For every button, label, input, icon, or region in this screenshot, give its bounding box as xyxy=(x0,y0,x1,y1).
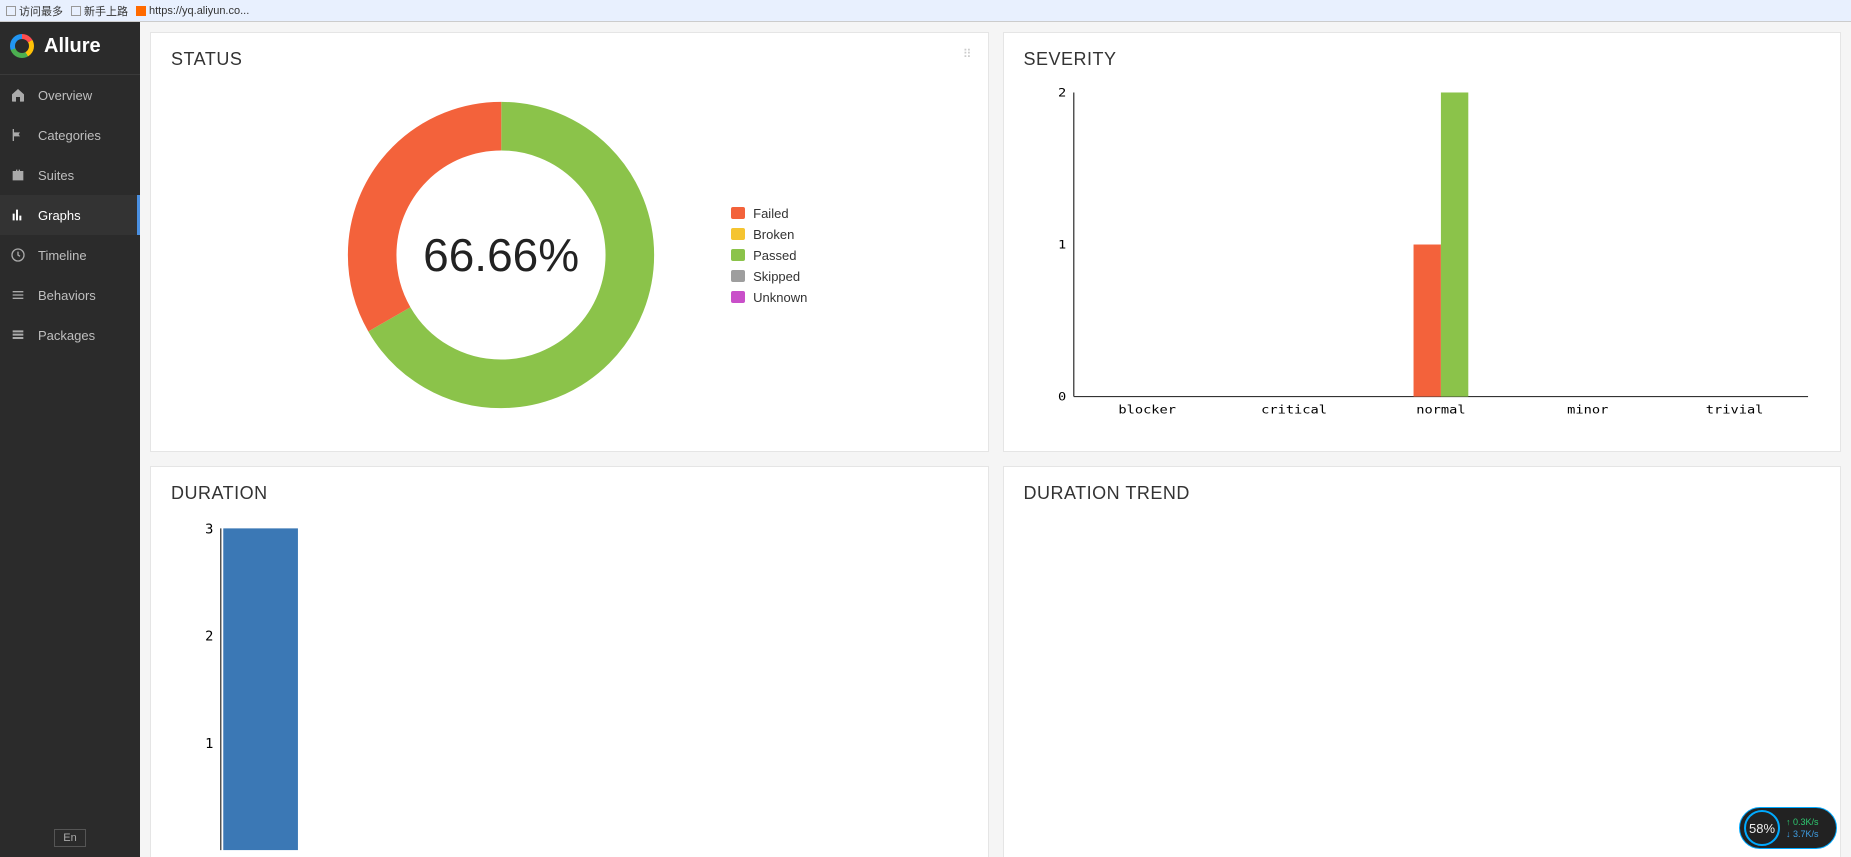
bookmark-item[interactable]: 新手上路 xyxy=(71,3,128,19)
legend-item-broken[interactable]: Broken xyxy=(731,227,807,242)
home-icon xyxy=(10,87,26,103)
flag-icon xyxy=(10,127,26,143)
browser-bookmark-bar: 访问最多 新手上路 https://yq.aliyun.co... xyxy=(0,0,1851,22)
duration-bar-chart[interactable]: 1 2 3 xyxy=(171,516,968,857)
svg-text:1: 1 xyxy=(1058,238,1066,252)
legend-item-failed[interactable]: Failed xyxy=(731,206,807,221)
sidebar-item-label: Packages xyxy=(38,328,95,343)
legend-label: Unknown xyxy=(753,290,807,305)
legend-item-unknown[interactable]: Unknown xyxy=(731,290,807,305)
clock-icon xyxy=(10,247,26,263)
layers-icon xyxy=(10,327,26,343)
sidebar-item-behaviors[interactable]: Behaviors xyxy=(0,275,140,315)
sidebar-item-label: Graphs xyxy=(38,208,81,223)
svg-text:3: 3 xyxy=(205,521,213,537)
sidebar-item-packages[interactable]: Packages xyxy=(0,315,140,355)
barchart-icon xyxy=(10,207,26,223)
sidebar-item-label: Timeline xyxy=(38,248,87,263)
logo[interactable]: Allure xyxy=(0,22,140,70)
legend-label: Passed xyxy=(753,248,796,263)
sidebar-item-label: Suites xyxy=(38,168,74,183)
net-download: ↓ 3.7K/s xyxy=(1786,829,1819,839)
panel-title: DURATION TREND xyxy=(1024,483,1821,504)
panel-duration: DURATION 1 2 3 xyxy=(150,466,989,857)
svg-text:2: 2 xyxy=(1058,86,1066,100)
svg-text:minor: minor xyxy=(1567,402,1609,416)
legend-item-skipped[interactable]: Skipped xyxy=(731,269,807,284)
svg-text:critical: critical xyxy=(1261,402,1327,416)
allure-logo-icon xyxy=(10,34,34,58)
legend-label: Skipped xyxy=(753,269,800,284)
sidebar-item-graphs[interactable]: Graphs xyxy=(0,195,140,235)
bookmark-label: 新手上路 xyxy=(84,3,128,19)
sidebar-item-suites[interactable]: Suites xyxy=(0,155,140,195)
legend-label: Failed xyxy=(753,206,788,221)
donut-center-value: 66.66% xyxy=(331,85,671,425)
status-donut-chart[interactable]: 66.66% xyxy=(331,85,671,425)
panel-title: DURATION xyxy=(171,483,968,504)
svg-text:1: 1 xyxy=(205,736,213,752)
list-icon xyxy=(10,287,26,303)
sidebar-item-categories[interactable]: Categories xyxy=(0,115,140,155)
briefcase-icon xyxy=(10,167,26,183)
language-selector[interactable]: En xyxy=(54,829,85,847)
sidebar-item-timeline[interactable]: Timeline xyxy=(0,235,140,275)
sidebar-item-label: Categories xyxy=(38,128,101,143)
panel-severity: SEVERITY 0 1 2 blocker critical normal minor t… xyxy=(1003,32,1842,452)
bookmark-item[interactable]: 访问最多 xyxy=(6,3,63,19)
sidebar-item-label: Behaviors xyxy=(38,288,96,303)
sidebar: Allure Overview Categories Suites xyxy=(0,22,140,857)
panel-title: SEVERITY xyxy=(1024,49,1821,70)
panel-duration-trend: DURATION TREND xyxy=(1003,466,1842,857)
panel-title: STATUS xyxy=(171,49,968,70)
severity-bar-chart[interactable]: 0 1 2 blocker critical normal minor trivial xyxy=(1024,82,1821,428)
duration-trend-chart[interactable] xyxy=(1024,516,1821,857)
svg-text:0: 0 xyxy=(1058,390,1066,404)
net-upload: ↑ 0.3K/s xyxy=(1786,817,1819,827)
bookmark-url: https://yq.aliyun.co... xyxy=(149,5,249,17)
bookmark-item[interactable]: https://yq.aliyun.co... xyxy=(136,5,249,17)
cpu-percent: 58% xyxy=(1744,810,1780,846)
app-name: Allure xyxy=(44,35,101,58)
svg-text:blocker: blocker xyxy=(1118,402,1176,416)
drag-handle-icon[interactable]: ⠿ xyxy=(963,47,974,61)
bookmark-label: 访问最多 xyxy=(19,3,63,19)
legend-label: Broken xyxy=(753,227,794,242)
svg-text:normal: normal xyxy=(1416,402,1465,416)
network-monitor-widget[interactable]: 58% ↑ 0.3K/s ↓ 3.7K/s xyxy=(1739,807,1837,849)
net-stats: ↑ 0.3K/s ↓ 3.7K/s xyxy=(1786,817,1819,839)
app-root: Allure Overview Categories Suites xyxy=(0,22,1851,857)
status-legend: Failed Broken Passed Skipped Unknown xyxy=(731,206,807,305)
sidebar-nav: Overview Categories Suites Graphs xyxy=(0,74,140,355)
legend-item-passed[interactable]: Passed xyxy=(731,248,807,263)
panel-status: ⠿ STATUS 66.66% Failed Broken Passed Ski… xyxy=(150,32,989,452)
sidebar-item-label: Overview xyxy=(38,88,92,103)
svg-text:2: 2 xyxy=(205,629,213,645)
sidebar-item-overview[interactable]: Overview xyxy=(0,75,140,115)
svg-text:trivial: trivial xyxy=(1705,402,1763,416)
content-grid: ⠿ STATUS 66.66% Failed Broken Passed Ski… xyxy=(140,22,1851,857)
